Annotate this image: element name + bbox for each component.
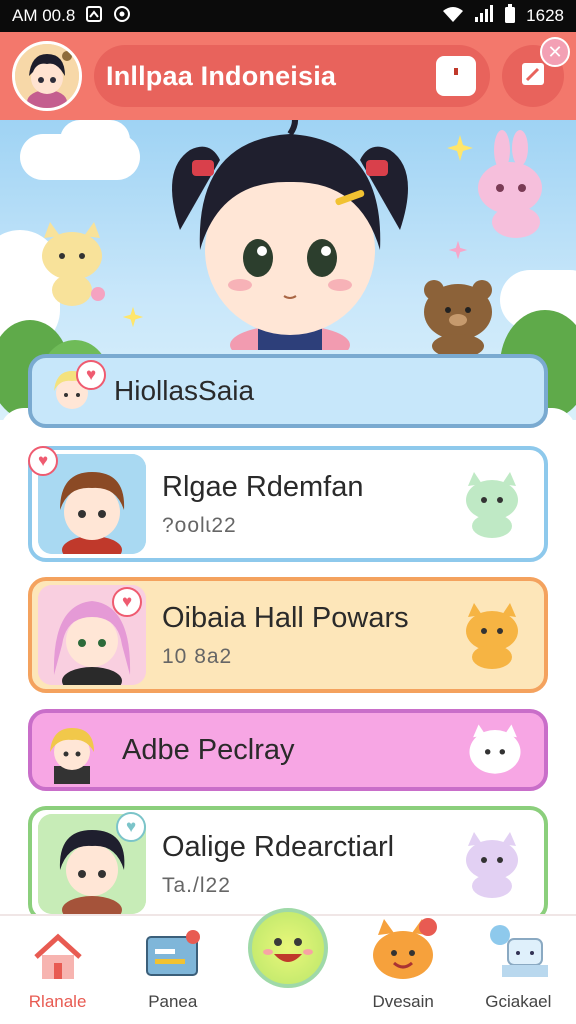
pet-icon bbox=[368, 917, 438, 986]
list-item-text: Oibaia Hall Powars 10 8a2 bbox=[146, 602, 458, 669]
cat-icon bbox=[458, 830, 526, 898]
character-illustration bbox=[172, 120, 408, 350]
battery-icon bbox=[504, 3, 516, 29]
star-decoration bbox=[447, 135, 473, 161]
smile-fab-icon bbox=[247, 908, 328, 988]
nav-item-center-fab[interactable] bbox=[233, 908, 343, 1012]
status-right: 1628 bbox=[442, 3, 564, 29]
app-header: Inllpaa Indoneisia ✕ bbox=[0, 32, 576, 120]
list-item-title: Oalige Rdearctiarl bbox=[162, 830, 395, 863]
cloud-decoration bbox=[60, 120, 130, 160]
list-item-subtitle: ?oolɩ22 bbox=[162, 513, 237, 537]
heart-icon: ♥ bbox=[112, 587, 142, 617]
nav-label: Rlanale bbox=[28, 992, 87, 1011]
status-bar: AM 00.8 1628 bbox=[0, 0, 576, 32]
star-decoration bbox=[448, 240, 468, 260]
list-item-subtitle: 10 8a2 bbox=[162, 644, 233, 668]
avatar[interactable] bbox=[12, 41, 82, 111]
cat-icon bbox=[458, 601, 526, 669]
edit-button[interactable]: ✕ bbox=[502, 37, 570, 107]
nav-label: Panea bbox=[148, 992, 198, 1011]
settings-icon bbox=[113, 5, 131, 28]
nav-label: Gciakael bbox=[485, 992, 552, 1011]
wifi-icon bbox=[442, 5, 464, 28]
nav-item-cards[interactable]: Panea bbox=[118, 929, 228, 1012]
screenshot-icon bbox=[85, 5, 103, 28]
list-item-text: Oalige Rdearctiarl Ta./l22 bbox=[146, 831, 458, 898]
cat-decoration bbox=[42, 222, 105, 306]
nav-item-gift[interactable]: Gciakael bbox=[463, 925, 573, 1012]
heart-icon: ♥ bbox=[76, 360, 106, 390]
cat-icon bbox=[458, 470, 526, 538]
nav-item-home[interactable]: Rlanale bbox=[3, 933, 113, 1012]
search-card-label: HiollasSaia bbox=[114, 375, 255, 406]
search-card-text: HiollasSaia bbox=[98, 375, 530, 407]
bookmark-button[interactable] bbox=[436, 56, 476, 96]
list-item-title: Rlgae Rdemfan bbox=[162, 470, 364, 503]
cat-icon bbox=[464, 719, 526, 781]
list-item[interactable]: Adbe Peclray bbox=[28, 709, 548, 791]
bottom-nav: Rlanale Panea Dvesain Gciakael bbox=[0, 908, 576, 1024]
bear-decoration bbox=[424, 280, 492, 356]
app-title: Inllpaa Indoneisia bbox=[106, 60, 337, 91]
heart-icon: ♥ bbox=[116, 812, 146, 842]
cards-icon bbox=[143, 929, 203, 986]
list-item-title: Adbe Peclray bbox=[122, 733, 295, 766]
search-card[interactable]: ♥ HiollasSaia bbox=[28, 354, 548, 428]
nav-item-pet[interactable]: Dvesain bbox=[348, 917, 458, 1012]
list-item-title: Oibaia Hall Powars bbox=[162, 601, 409, 634]
star-decoration bbox=[122, 306, 144, 328]
heart-icon: ♥ bbox=[28, 446, 58, 476]
bunny-decoration bbox=[478, 130, 542, 238]
home-icon bbox=[32, 933, 84, 986]
list-item[interactable]: ♥ Rlgae Rdemfan ?oolɩ22 bbox=[28, 446, 548, 562]
list-item-text: Rlgae Rdemfan ?oolɩ22 bbox=[146, 471, 458, 538]
nav-label: Dvesain bbox=[372, 992, 434, 1011]
signal-icon bbox=[474, 4, 494, 28]
list-item-subtitle: Ta./l22 bbox=[162, 873, 231, 897]
edit-icon bbox=[518, 59, 548, 94]
status-left-text: AM 00.8 bbox=[12, 6, 76, 25]
gift-icon bbox=[486, 925, 550, 986]
status-time: 1628 bbox=[526, 6, 564, 25]
header-title-bar: Inllpaa Indoneisia bbox=[94, 45, 490, 107]
list-item[interactable]: ♥ Oibaia Hall Powars 10 8a2 bbox=[28, 577, 548, 693]
bookmark-icon bbox=[445, 63, 467, 90]
list-item-thumbnail bbox=[38, 716, 106, 784]
list-item-text: Adbe Peclray bbox=[106, 734, 464, 767]
list-item[interactable]: ♥ Oalige Rdearctiarl Ta./l22 bbox=[28, 806, 548, 922]
status-left: AM 00.8 bbox=[12, 5, 131, 28]
close-icon[interactable]: ✕ bbox=[540, 37, 570, 67]
